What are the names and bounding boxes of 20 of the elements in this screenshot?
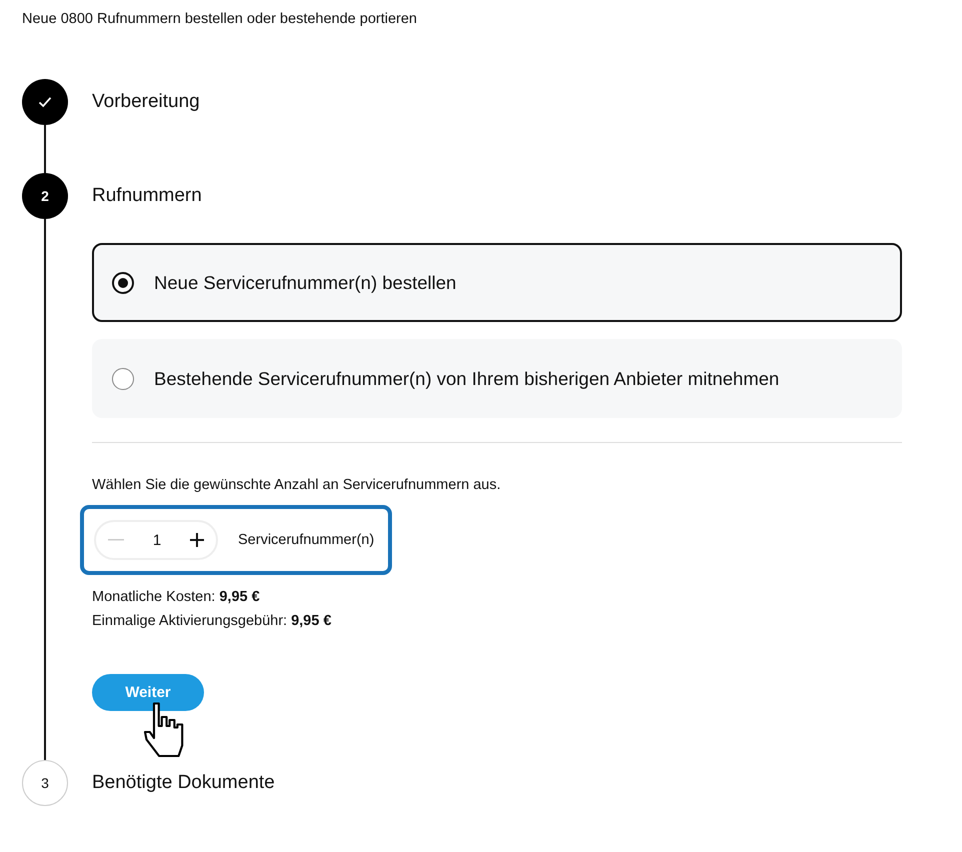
radio-icon [112,272,134,294]
step-title: Benötigte Dokumente [92,771,276,795]
check-icon [38,96,52,108]
quantity-value[interactable]: 1 [152,532,162,548]
unit-label: Servicerufnummer(n) [238,532,374,548]
minus-icon [108,539,124,541]
quantity-field[interactable]: 1 Servicerufnummer(n) [80,505,392,575]
instruction-text: Wählen Sie die gewünschte Anzahl an Servicerufnummern aus. [92,477,502,493]
step-title: Rufnummern [92,184,203,208]
plus-icon [190,533,204,547]
radio-icon [112,368,134,390]
radio-option[interactable]: Bestehende Servicerufnummer(n) von Ihrem bisherigen Anbieter mitnehmen [92,339,902,418]
page-heading: Neue 0800 Rufnummern bestellen oder bestehende portieren [22,10,418,29]
cost-text: Einmalige Aktivierungsgebühr: 9,95 € [92,612,332,631]
increase-button[interactable] [188,531,206,549]
step-marker: 2 [22,173,68,219]
step-marker: 3 [22,760,68,806]
radio-option[interactable]: Neue Servicerufnummer(n) bestellen [92,243,902,322]
cost-text: Monatliche Kosten: 9,95 € [92,588,261,607]
step-title: Vorbereitung [92,90,201,114]
